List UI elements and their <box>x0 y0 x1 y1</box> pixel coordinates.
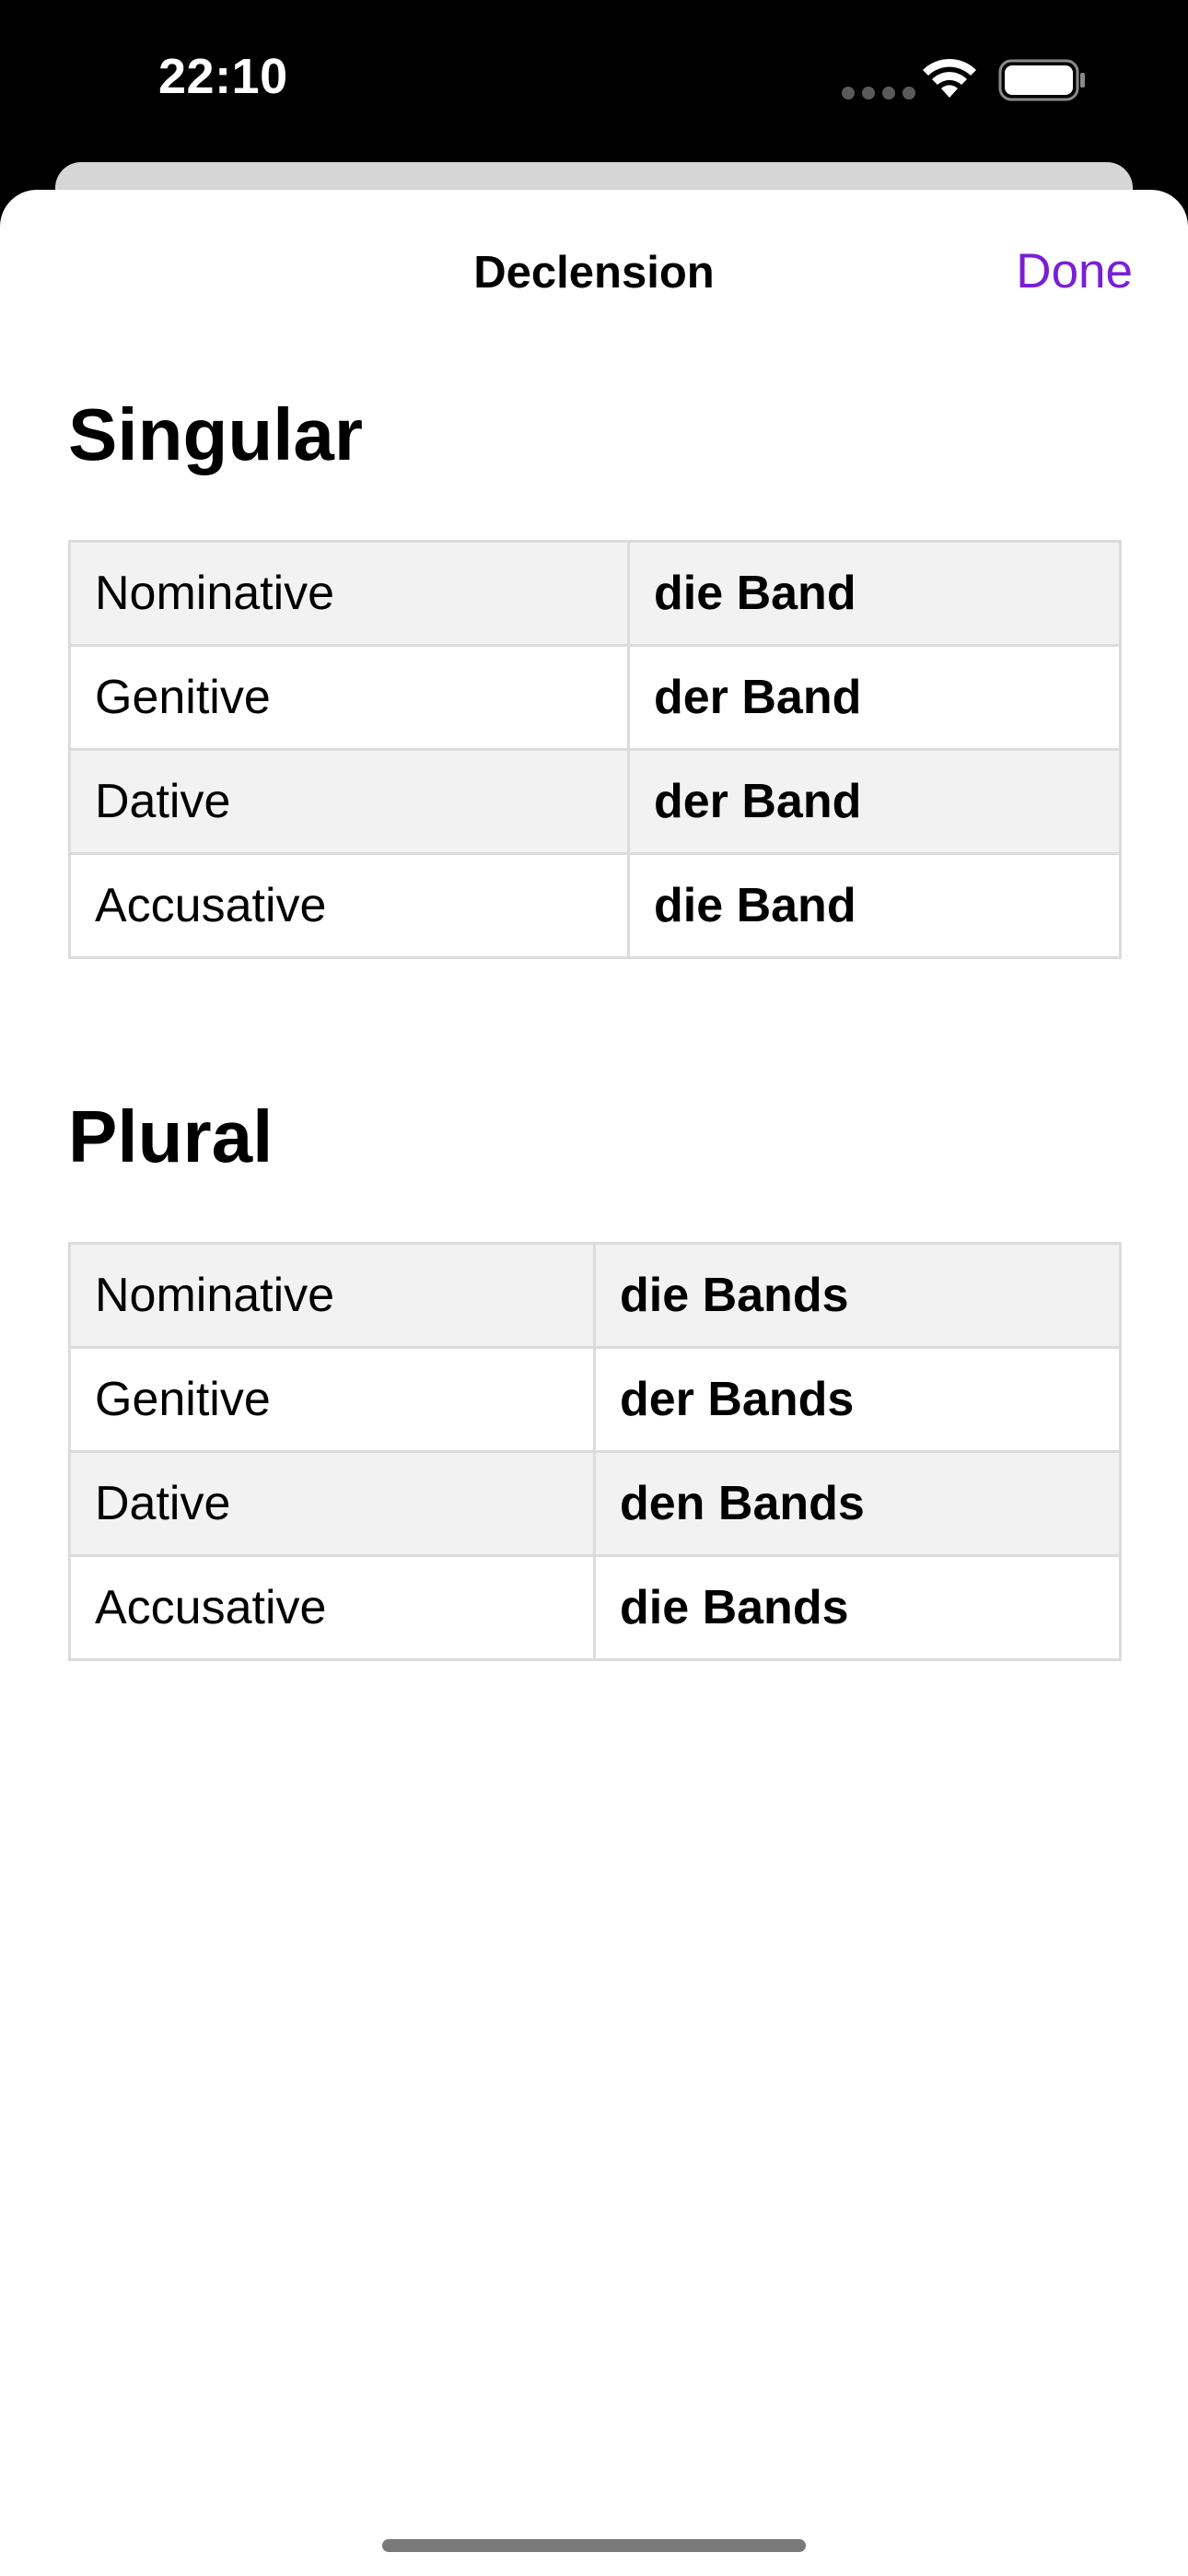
table-row: Accusative die Band <box>68 852 1122 959</box>
case-form: den Bands <box>593 1450 1122 1557</box>
plural-heading: Plural <box>68 1095 274 1177</box>
case-label: Dative <box>68 748 630 855</box>
case-label: Nominative <box>68 540 630 647</box>
battery-icon <box>998 59 1085 101</box>
home-indicator[interactable] <box>382 2539 806 2552</box>
status-bar: 22:10 <box>0 0 1188 161</box>
singular-heading: Singular <box>68 393 364 475</box>
case-form: die Band <box>627 852 1122 959</box>
table-row: Genitive der Bands <box>68 1346 1122 1453</box>
cellular-signal-icon <box>842 87 915 100</box>
case-label: Accusative <box>68 852 630 959</box>
plural-table: Nominative die Bands Genitive der Bands … <box>68 1242 1122 1661</box>
case-form: der Band <box>627 644 1122 751</box>
done-button[interactable]: Done <box>1016 243 1133 299</box>
table-row: Dative den Bands <box>68 1450 1122 1557</box>
table-row: Nominative die Band <box>68 540 1122 647</box>
table-row: Genitive der Band <box>68 644 1122 751</box>
case-label: Genitive <box>68 644 630 751</box>
case-label: Genitive <box>68 1346 596 1453</box>
case-form: die Band <box>627 540 1122 647</box>
declension-sheet: Declension Done Singular Nominative die … <box>0 190 1188 2576</box>
table-row: Accusative die Bands <box>68 1554 1122 1661</box>
table-row: Nominative die Bands <box>68 1242 1122 1349</box>
status-time: 22:10 <box>158 49 288 104</box>
nav-title: Declension <box>473 248 715 298</box>
case-form: die Bands <box>593 1554 1122 1661</box>
singular-table: Nominative die Band Genitive der Band Da… <box>68 540 1122 959</box>
case-form: die Bands <box>593 1242 1122 1349</box>
wifi-icon <box>923 58 976 98</box>
case-label: Dative <box>68 1450 596 1557</box>
case-form: der Band <box>627 748 1122 855</box>
case-form: der Bands <box>593 1346 1122 1453</box>
table-row: Dative der Band <box>68 748 1122 855</box>
case-label: Accusative <box>68 1554 596 1661</box>
case-label: Nominative <box>68 1242 596 1349</box>
